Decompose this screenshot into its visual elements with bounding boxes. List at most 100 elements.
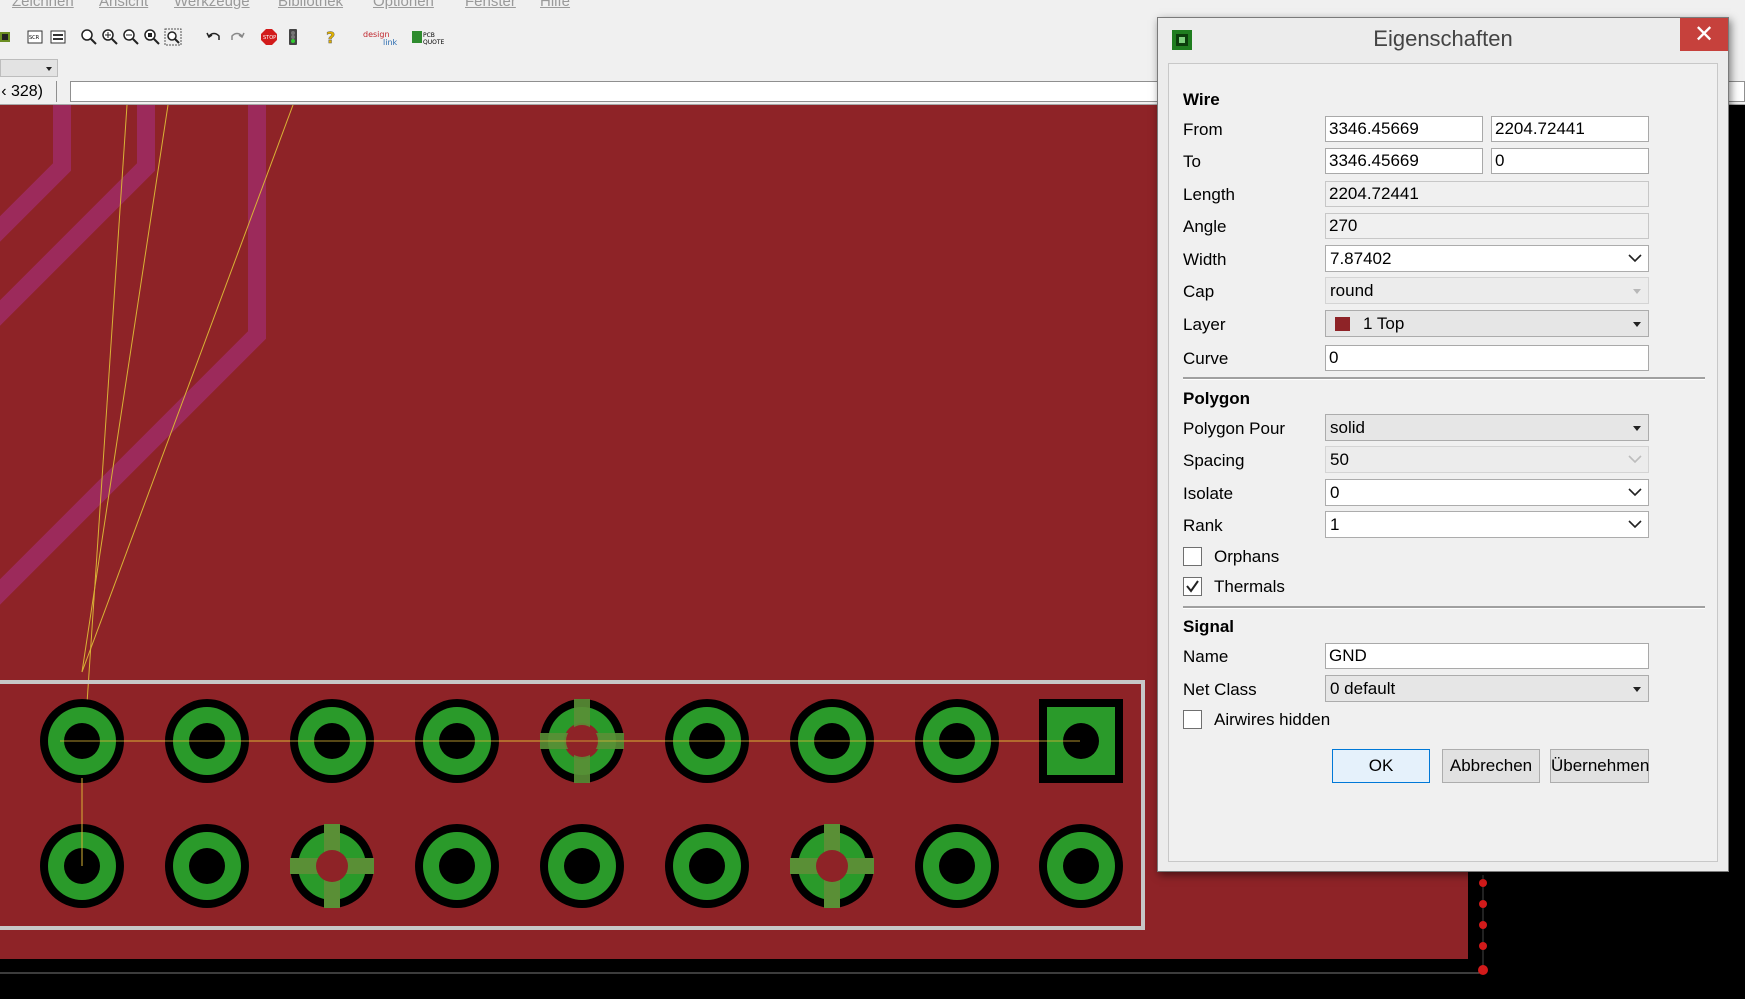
coordinate-text: 328) [10, 83, 43, 100]
checkmark-icon [1186, 580, 1199, 593]
angle-field: 270 [1325, 213, 1649, 239]
airwires-hidden-label: Airwires hidden [1214, 710, 1331, 729]
undo-icon[interactable] [205, 28, 223, 46]
svg-text:?: ? [326, 28, 335, 46]
wire-handle[interactable] [1479, 921, 1487, 929]
airwires-hidden-checkbox[interactable] [1183, 710, 1202, 729]
menu-zeichnen[interactable]: Zeichnen [12, 0, 74, 10]
dialog-title: Eigenschaften [1373, 26, 1513, 51]
redo-icon[interactable] [228, 28, 246, 46]
cap-combo: round [1325, 277, 1649, 304]
isolate-label: Isolate [1183, 484, 1234, 503]
chevron-down-icon [1628, 454, 1642, 464]
spacing-label: Spacing [1183, 451, 1245, 470]
dialog-titlebar[interactable]: Eigenschaften ✕ [1158, 18, 1728, 62]
chevron-down-icon [1633, 426, 1641, 431]
stop-icon[interactable]: STOP [260, 28, 278, 46]
properties-dialog: Eigenschaften ✕ Wire From 3346.45669 220… [1157, 17, 1729, 872]
chevron-down-icon [46, 67, 52, 71]
length-label: Length [1183, 185, 1235, 204]
close-icon: ✕ [1693, 20, 1715, 48]
name-label: Name [1183, 647, 1229, 666]
to-y-field[interactable]: 0 [1491, 148, 1649, 174]
thermals-checkbox[interactable] [1183, 577, 1202, 596]
isolate-value: 0 [1330, 483, 1340, 502]
orphans-checkbox[interactable] [1183, 547, 1202, 566]
cap-value: round [1330, 281, 1374, 300]
polygon-heading: Polygon [1183, 389, 1251, 408]
rank-combo[interactable]: 1 [1325, 511, 1649, 538]
menu-optionen[interactable]: Optionen [373, 0, 434, 10]
thermal-center [316, 850, 348, 882]
signal-name-field[interactable]: GND [1325, 643, 1649, 669]
coordinate-prefix: ‹ [1, 83, 7, 100]
svg-text:STOP: STOP [263, 35, 276, 41]
chevron-down-icon [1633, 687, 1641, 692]
zoom-select-icon[interactable] [143, 28, 161, 46]
ok-button[interactable]: OK [1332, 749, 1430, 783]
script2-icon[interactable] [49, 28, 67, 46]
wire-handle[interactable] [1479, 942, 1487, 950]
thermal-pad[interactable] [290, 824, 374, 908]
menu-werkzeuge[interactable]: Werkzeuge [174, 0, 250, 10]
length-field: 2204.72441 [1325, 181, 1649, 207]
layer-combo[interactable]: 1 Top [1325, 310, 1649, 337]
wire-handle[interactable] [1478, 965, 1488, 975]
polygon-pour-label: Polygon Pour [1183, 419, 1286, 438]
net-class-value: 0 default [1330, 679, 1396, 698]
wire-handle[interactable] [1479, 900, 1487, 908]
pad-drill [439, 848, 475, 884]
menu-fenster[interactable]: Fenster [465, 0, 516, 10]
zoom-out-icon[interactable] [122, 28, 140, 46]
cancel-button[interactable]: Abbrechen [1442, 749, 1540, 783]
spacing-value: 50 [1330, 450, 1349, 469]
from-x-field[interactable]: 3346.45669 [1325, 116, 1483, 142]
go-icon[interactable] [284, 28, 302, 46]
thermal-pad[interactable] [790, 824, 874, 908]
zoom-in-icon[interactable] [101, 28, 119, 46]
signal-heading: Signal [1183, 617, 1235, 636]
net-class-label: Net Class [1183, 680, 1257, 699]
wire-handle[interactable] [1479, 879, 1487, 887]
script-icon[interactable]: SCR [26, 28, 44, 46]
menu-bibliothek[interactable]: Bibliothek [278, 0, 343, 10]
to-x-field[interactable]: 3346.45669 [1325, 148, 1483, 174]
polygon-pour-value: solid [1330, 418, 1365, 437]
zoom-fit-icon[interactable] [80, 28, 98, 46]
coordinate-display: ‹ 328) [0, 81, 57, 102]
pcb-quote-icon[interactable]: PCB QUOTE [411, 28, 447, 46]
design-link-icon[interactable]: design link [361, 28, 405, 46]
help-icon[interactable]: ? [322, 28, 340, 46]
curve-label: Curve [1183, 349, 1229, 368]
svg-text:link: link [383, 38, 398, 46]
rank-label: Rank [1183, 516, 1223, 535]
menu-ansicht[interactable]: Ansicht [99, 0, 148, 10]
polygon-pour-combo[interactable]: solid [1325, 414, 1649, 441]
dialog-body: Wire From 3346.45669 2204.72441 To 3346.… [1168, 63, 1718, 862]
width-label: Width [1183, 250, 1227, 269]
zoom-window-icon[interactable] [164, 28, 182, 46]
rank-value: 1 [1330, 515, 1340, 534]
separator [1183, 606, 1705, 609]
layer-label: Layer [1183, 315, 1226, 334]
width-combo[interactable]: 7.87402 [1325, 245, 1649, 272]
from-y-field[interactable]: 2204.72441 [1491, 116, 1649, 142]
pad-row-bottom [40, 824, 1123, 908]
board-icon[interactable] [0, 28, 18, 46]
isolate-combo[interactable]: 0 [1325, 479, 1649, 506]
chevron-down-icon [1633, 322, 1641, 327]
grid-dropdown[interactable] [0, 59, 58, 77]
curve-field[interactable]: 0 [1325, 345, 1649, 371]
pad-drill [1063, 848, 1099, 884]
thermals-label: Thermals [1214, 577, 1285, 596]
pad-drill [189, 848, 225, 884]
net-class-combo[interactable]: 0 default [1325, 675, 1649, 702]
pad-drill [564, 848, 600, 884]
menu-hilfe[interactable]: Hilfe [540, 0, 570, 10]
close-button[interactable]: ✕ [1680, 18, 1728, 51]
chevron-down-icon [1628, 487, 1642, 497]
apply-button[interactable]: Übernehmen [1550, 749, 1649, 783]
pad-drill [939, 848, 975, 884]
menubar: Zeichnen Ansicht Werkzeuge Bibliothek Op… [0, 0, 1745, 12]
thermal-center [816, 850, 848, 882]
